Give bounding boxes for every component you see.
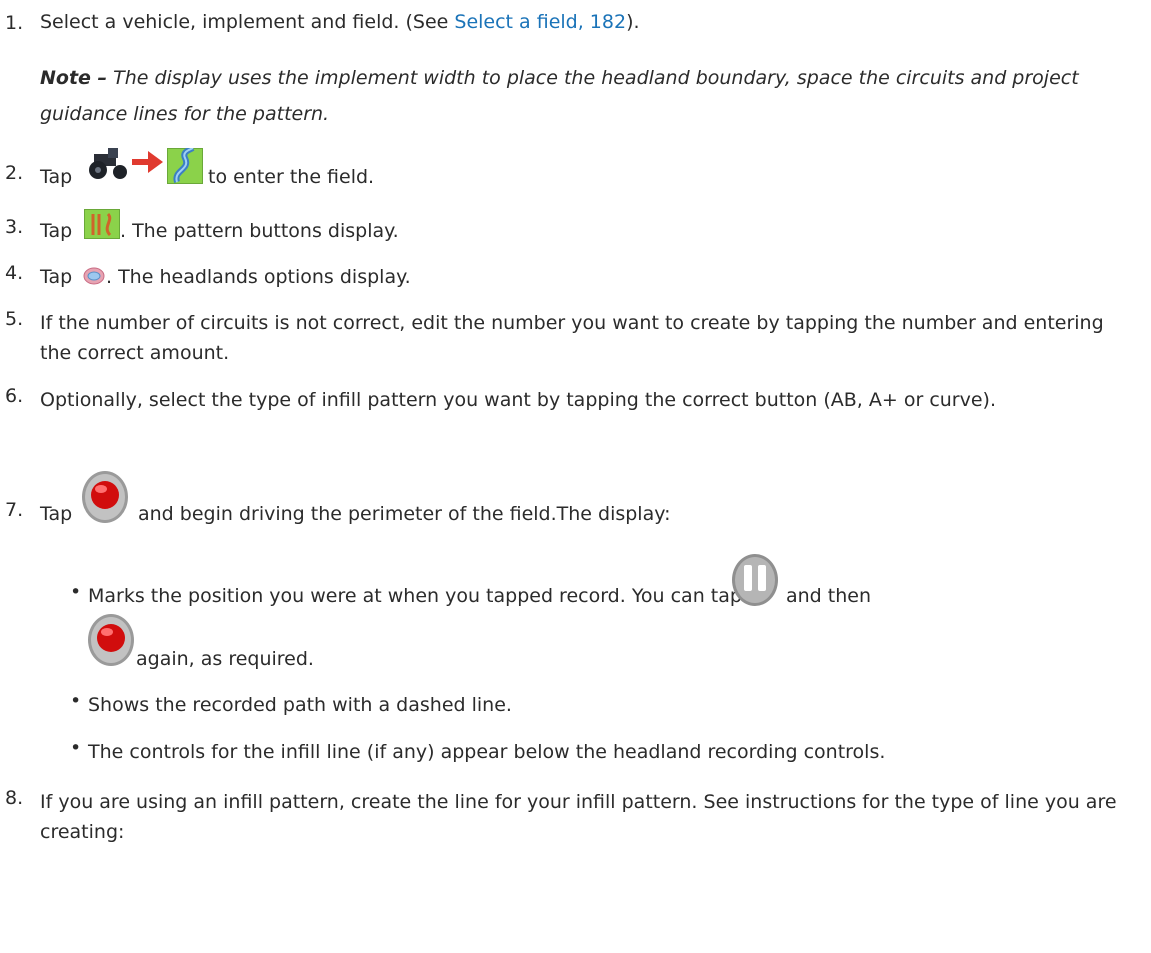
note-text: The display uses the implement width to … xyxy=(40,67,1079,125)
step-number: 7. xyxy=(5,499,24,521)
red-arrow-icon xyxy=(132,151,163,173)
bullet-dot: • xyxy=(70,737,82,759)
step-number: 2. xyxy=(5,162,24,184)
step-text: to enter the field. xyxy=(208,166,375,188)
bullet-text: The controls for the infill line (if any… xyxy=(88,741,886,763)
note-label: Note – xyxy=(40,67,108,89)
step-text: Select a vehicle, implement and field. (… xyxy=(40,11,455,33)
record-icon xyxy=(82,471,128,523)
step-text: Optionally, select the type of infill pa… xyxy=(40,389,997,411)
step-number: 5. xyxy=(5,308,24,330)
pause-icon xyxy=(732,554,778,606)
step-number: 1. xyxy=(5,12,24,34)
step-text: . The headlands options display. xyxy=(106,266,411,288)
bullet-text-end: again, as required. xyxy=(136,648,314,670)
step-text: and begin driving the perimeter of the f… xyxy=(138,503,671,525)
bullet-dot: • xyxy=(70,581,82,603)
step-text: . The pattern buttons display. xyxy=(120,220,399,242)
select-field-link[interactable]: Select a field, 182 xyxy=(454,11,626,33)
bullet-text-cont: and then xyxy=(786,585,872,607)
step-number: 3. xyxy=(5,216,24,238)
bullet-text: Shows the recorded path with a dashed li… xyxy=(88,694,512,716)
bullet-dot: • xyxy=(70,690,82,712)
step-number: 6. xyxy=(5,385,24,407)
headland-icon xyxy=(83,267,105,285)
step-text: If the number of circuits is not correct… xyxy=(40,312,1104,364)
step-text: If you are using an infill pattern, crea… xyxy=(40,791,1117,843)
record-icon xyxy=(88,614,134,666)
document-page: 1. Select a vehicle, implement and field… xyxy=(0,0,1151,953)
step-number: 4. xyxy=(5,262,24,284)
tractor-icon xyxy=(89,148,127,179)
step-text-end: ). xyxy=(626,11,640,33)
step-number: 8. xyxy=(5,787,24,809)
pattern-icon xyxy=(84,209,120,239)
field-map-icon xyxy=(167,148,203,184)
